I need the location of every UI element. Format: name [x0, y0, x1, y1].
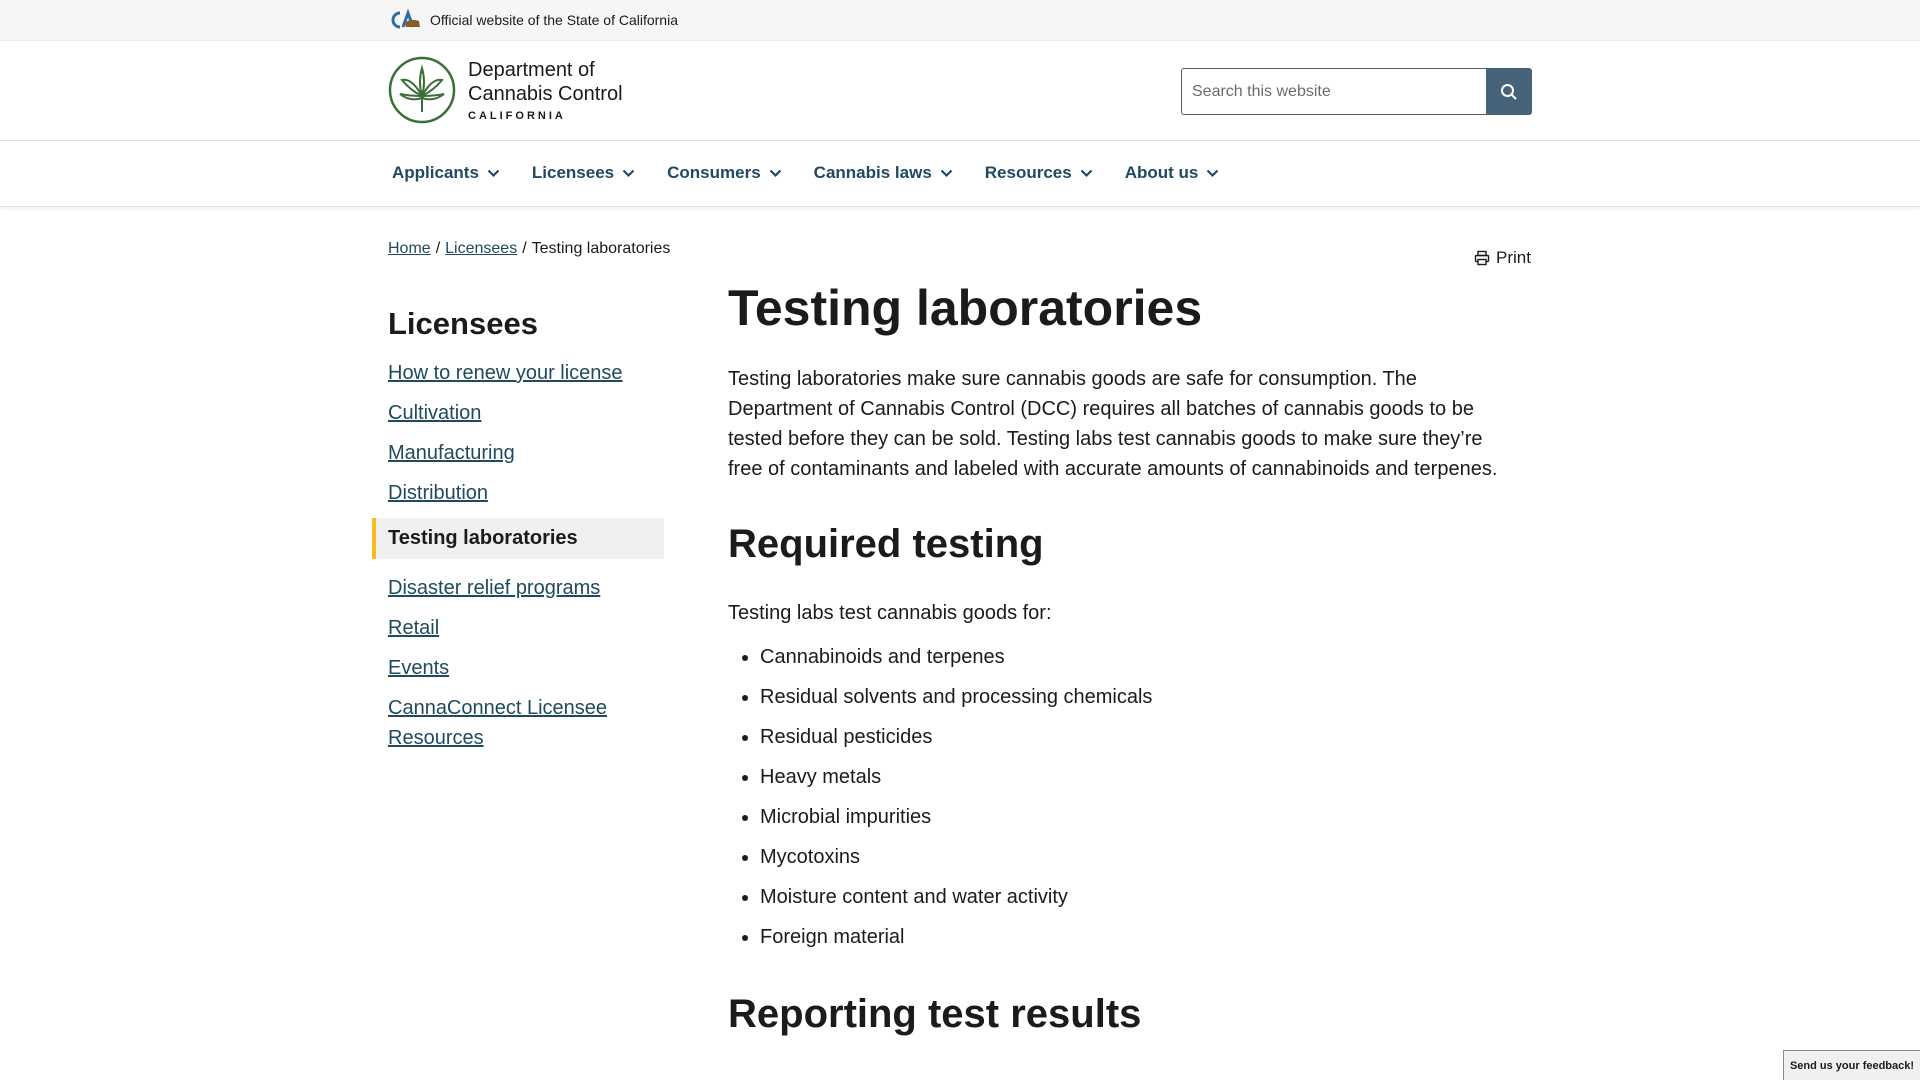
- required-testing-heading: Required testing: [728, 522, 1044, 566]
- sidenav-item-testing-laboratories-active[interactable]: Testing laboratories: [372, 518, 664, 559]
- list-item: Cannabinoids and terpenes: [760, 642, 1508, 672]
- breadcrumb-separator: /: [522, 240, 527, 257]
- breadcrumb-current: Testing laboratories: [531, 240, 671, 257]
- chevron-down-icon: [940, 169, 953, 177]
- search-icon: [1501, 83, 1517, 100]
- search-input[interactable]: [1181, 68, 1486, 115]
- nav-label: About us: [1124, 163, 1199, 182]
- chevron-down-icon: [622, 169, 635, 177]
- chevron-down-icon: [1080, 169, 1092, 177]
- brand-line-1: Department of: [468, 59, 595, 81]
- print-label: Print: [1496, 248, 1531, 267]
- nav-label: Consumers: [667, 163, 761, 182]
- sidenav-item-cultivation[interactable]: Cultivation: [388, 398, 664, 428]
- utility-bar: Official website of the State of Califor…: [0, 0, 1920, 41]
- search-button[interactable]: [1486, 68, 1532, 115]
- list-item: Microbial impurities: [760, 802, 1508, 832]
- list-item: Residual pesticides: [760, 722, 1508, 752]
- brand-logo[interactable]: Department of Cannabis Control CALIFORNI…: [388, 56, 623, 124]
- ca-state-logo-icon[interactable]: [388, 9, 422, 31]
- chevron-down-icon: [487, 169, 500, 177]
- nav-label: Resources: [984, 163, 1072, 182]
- breadcrumb-licensees[interactable]: Licensees: [445, 240, 517, 257]
- main-navigation: Applicants Licensees Consumers Cannabis …: [0, 141, 1920, 207]
- search-form: [1181, 68, 1532, 115]
- sidenav-item-retail[interactable]: Retail: [388, 613, 664, 643]
- sidenav-item-disaster-relief[interactable]: Disaster relief programs: [388, 573, 664, 603]
- intro-paragraph: Testing laboratories make sure cannabis …: [728, 368, 1498, 480]
- breadcrumb-home[interactable]: Home: [388, 240, 431, 257]
- nav-item-consumers[interactable]: Consumers: [667, 163, 782, 183]
- main-content: Testing laboratories Testing laboratorie…: [728, 278, 1508, 1038]
- print-button[interactable]: Print: [1474, 248, 1531, 268]
- sidenav-item-distribution[interactable]: Distribution: [388, 478, 664, 508]
- chevron-down-icon: [769, 169, 781, 177]
- required-testing-list: Cannabinoids and terpenes Residual solve…: [728, 642, 1508, 952]
- list-item: Foreign material: [760, 922, 1508, 952]
- list-item: Moisture content and water activity: [760, 882, 1508, 912]
- printer-icon: [1474, 250, 1490, 266]
- site-header: Department of Cannabis Control CALIFORNI…: [0, 41, 1920, 141]
- nav-list: Applicants Licensees Consumers Cannabis …: [392, 163, 1251, 183]
- side-navigation: Licensees How to renew your license Cult…: [372, 306, 664, 763]
- nav-item-licensees[interactable]: Licensees: [532, 163, 635, 183]
- breadcrumb: Home / Licensees / Testing laboratories: [388, 240, 670, 258]
- sidenav-item-renew-license[interactable]: How to renew your license: [388, 358, 664, 388]
- reporting-test-results-heading: Reporting test results: [728, 992, 1142, 1036]
- official-website-text: Official website of the State of Califor…: [430, 12, 678, 28]
- sidenav-item-events[interactable]: Events: [388, 653, 664, 683]
- nav-label: Applicants: [392, 163, 479, 182]
- sidenav-item-cannaconnect[interactable]: CannaConnect Licensee Resources: [388, 693, 664, 753]
- nav-item-resources[interactable]: Resources: [985, 163, 1093, 183]
- list-item: Heavy metals: [760, 762, 1508, 792]
- nav-item-about-us[interactable]: About us: [1125, 163, 1220, 183]
- sidenav-item-manufacturing[interactable]: Manufacturing: [388, 438, 664, 468]
- brand-line-2: Cannabis Control: [468, 83, 623, 105]
- utility-banner: Official website of the State of Califor…: [388, 9, 678, 31]
- nav-item-cannabis-laws[interactable]: Cannabis laws: [814, 163, 953, 183]
- feedback-button[interactable]: Send us your feedback!: [1783, 1050, 1920, 1080]
- nav-label: Licensees: [531, 163, 615, 182]
- brand-line-3: CALIFORNIA: [468, 110, 566, 122]
- chevron-down-icon: [1207, 169, 1219, 177]
- breadcrumb-separator: /: [435, 240, 441, 257]
- required-testing-lead: Testing labs test cannabis goods for:: [728, 602, 1052, 624]
- cannabis-leaf-seal-icon: [388, 56, 456, 124]
- nav-item-applicants[interactable]: Applicants: [392, 163, 500, 183]
- list-item: Residual solvents and processing chemica…: [760, 682, 1508, 712]
- brand-text: Department of Cannabis Control CALIFORNI…: [468, 58, 623, 122]
- list-item: Mycotoxins: [760, 842, 1508, 872]
- sidenav-title: Licensees: [388, 306, 538, 341]
- nav-label: Cannabis laws: [813, 163, 932, 182]
- page-title: Testing laboratories: [728, 280, 1203, 336]
